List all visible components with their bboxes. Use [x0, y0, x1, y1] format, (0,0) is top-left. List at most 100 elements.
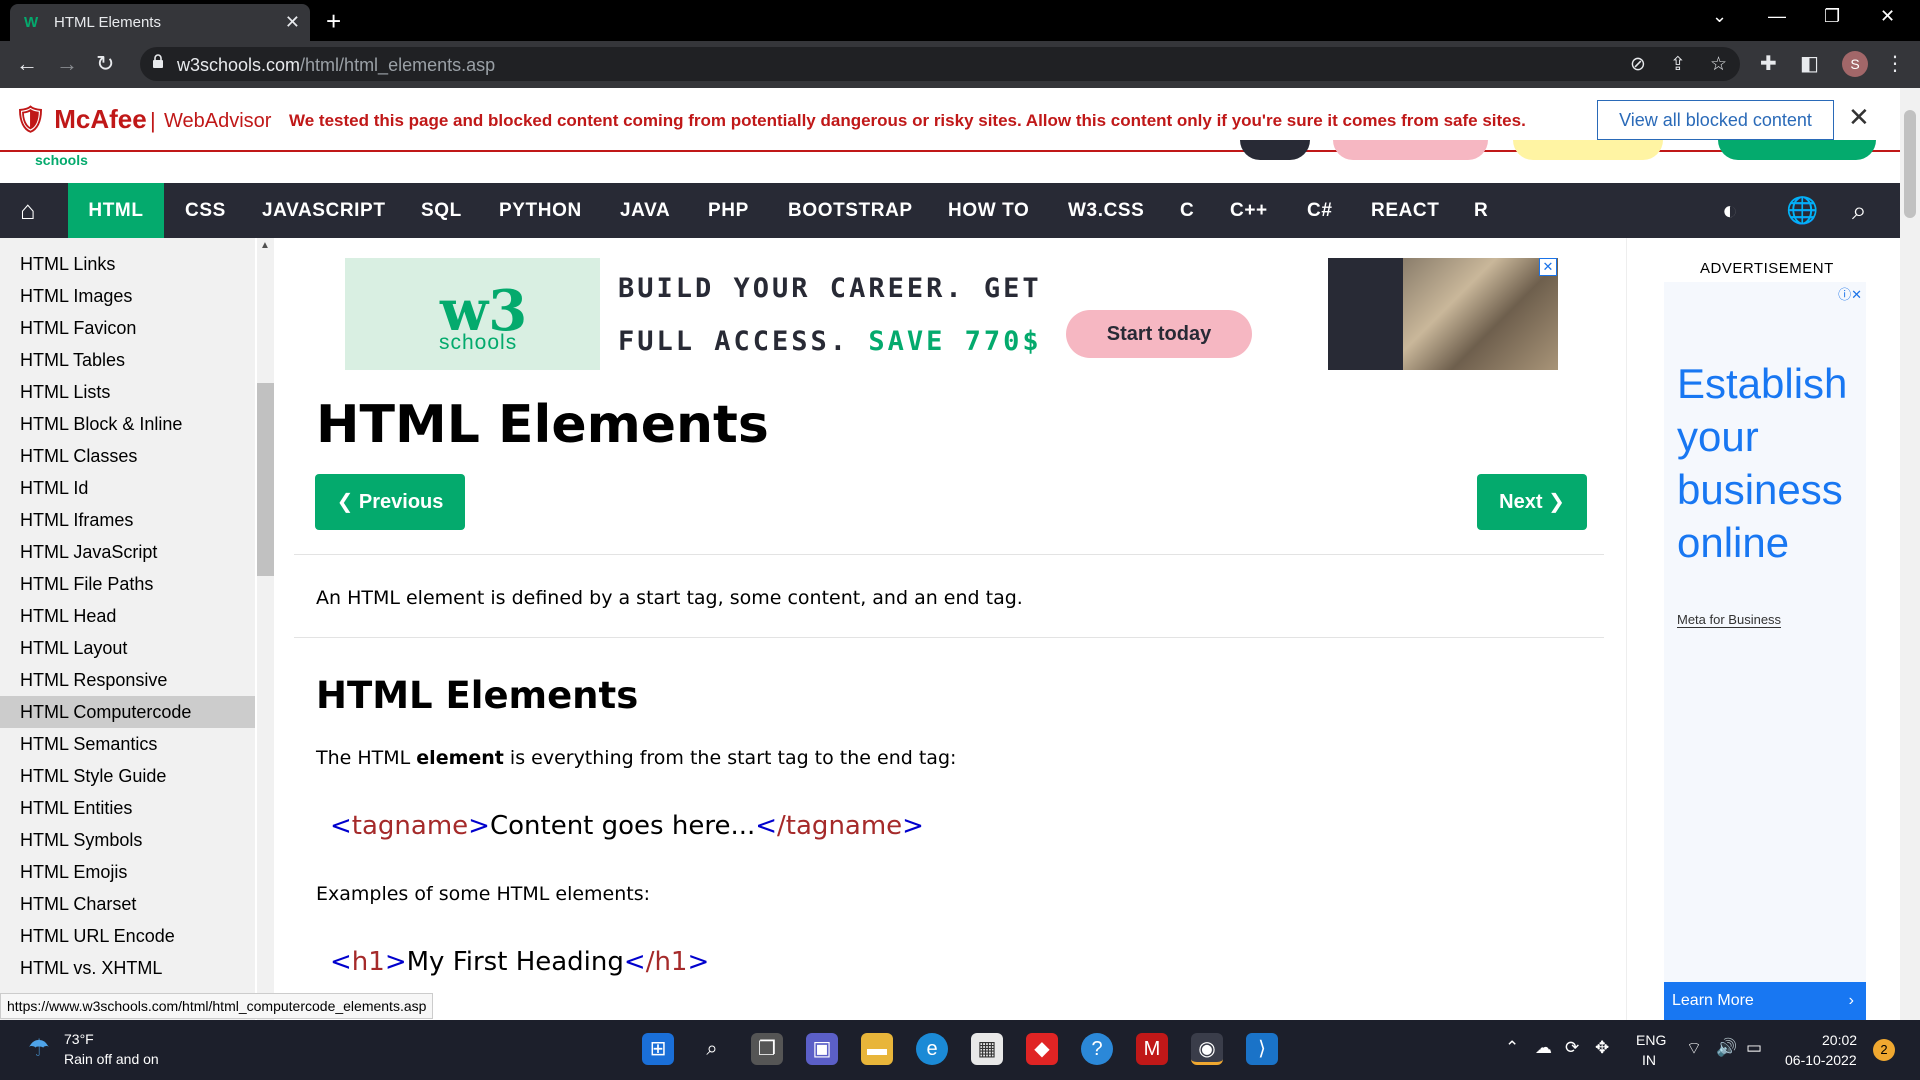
next-button[interactable]: Next ❯ [1477, 474, 1587, 530]
edge-icon[interactable]: e [916, 1033, 948, 1065]
nav-java[interactable]: JAVA [620, 183, 670, 238]
sidebar-link[interactable]: HTML Responsive [0, 664, 255, 696]
ad-banner[interactable]: w3 schools BUILD YOUR CAREER. GET FULL A… [345, 258, 1558, 370]
sidebar-link[interactable]: HTML Block & Inline [0, 408, 255, 440]
dark-mode-icon[interactable]: ◐ [1722, 195, 1738, 226]
header-pill-yellow[interactable] [1513, 140, 1663, 160]
onedrive-icon[interactable]: ☁ [1535, 1038, 1552, 1058]
bookmark-star-icon[interactable]: ☆ [1710, 53, 1727, 76]
sidebar-link[interactable]: HTML Layout [0, 632, 255, 664]
tracking-blocked-icon[interactable]: ⊘ [1630, 53, 1646, 76]
weather-description[interactable]: Rain off and on [64, 1051, 159, 1067]
header-pill-dark[interactable] [1240, 140, 1310, 160]
file-explorer-icon[interactable]: ▬ [861, 1033, 893, 1065]
page-scrollbar[interactable] [1900, 88, 1920, 1020]
nav-r[interactable]: R [1474, 183, 1488, 238]
nav-javascript[interactable]: JAVASCRIPT [262, 183, 386, 238]
ad-close-icon[interactable]: ✕ [1539, 258, 1557, 276]
nav-react[interactable]: REACT [1371, 183, 1439, 238]
new-tab-button[interactable]: + [326, 6, 341, 37]
sidebar-link[interactable]: HTML URL Encode [0, 920, 255, 952]
home-icon[interactable]: ⌂ [20, 195, 36, 226]
sidebar-link[interactable]: HTML Emojis [0, 856, 255, 888]
start-icon[interactable]: ⊞ [642, 1033, 674, 1065]
share-icon[interactable]: ⇪ [1670, 53, 1686, 76]
adchoices-icon[interactable]: ⓘ✕ [1838, 284, 1862, 303]
nav-cpp[interactable]: C++ [1230, 183, 1268, 238]
battery-icon[interactable]: ▭ [1746, 1038, 1762, 1058]
nav-html[interactable]: HTML [68, 183, 164, 238]
clock-time[interactable]: 20:02 [1822, 1032, 1857, 1048]
nav-css[interactable]: CSS [185, 183, 226, 238]
sidebar-link[interactable]: HTML Tables [0, 344, 255, 376]
sidebar-scroll-thumb[interactable] [257, 383, 274, 576]
sidebar-link[interactable]: HTML Semantics [0, 728, 255, 760]
nav-python[interactable]: PYTHON [499, 183, 582, 238]
notification-badge[interactable]: 2 [1873, 1039, 1895, 1061]
nav-how-to[interactable]: HOW TO [948, 183, 1029, 238]
sidebar-link[interactable]: HTML Images [0, 280, 255, 312]
meta-ad[interactable]: ⓘ✕ Establish your business online Meta f… [1664, 282, 1866, 1020]
ad-start-today-button[interactable]: Start today [1066, 310, 1252, 358]
sync-icon[interactable]: ⟳ [1565, 1038, 1579, 1058]
sidebar-link[interactable]: HTML Entities [0, 792, 255, 824]
anydesk-icon[interactable]: ◆ [1026, 1033, 1058, 1065]
back-icon[interactable]: ← [16, 51, 38, 77]
clock-date[interactable]: 06-10-2022 [1785, 1052, 1857, 1068]
tab-close-icon[interactable]: ✕ [285, 12, 300, 33]
teams-chat-icon[interactable]: ▣ [806, 1033, 838, 1065]
w3schools-logo[interactable]: schools [35, 152, 88, 168]
dropbox-icon[interactable]: ✥ [1595, 1038, 1609, 1058]
tray-overflow-icon[interactable]: ⌃ [1505, 1038, 1519, 1058]
nav-php[interactable]: PHP [708, 183, 749, 238]
sidebar-link[interactable]: HTML Classes [0, 440, 255, 472]
side-panel-icon[interactable]: ◧ [1800, 51, 1819, 76]
scroll-up-icon[interactable]: ▲ [260, 240, 270, 251]
weather-temperature[interactable]: 73°F [64, 1031, 94, 1047]
mcafee-close-icon[interactable]: ✕ [1848, 102, 1870, 133]
sidebar-link[interactable]: HTML Symbols [0, 824, 255, 856]
sidebar-scrollbar[interactable]: ▲ [257, 238, 274, 1020]
sidebar-link[interactable]: HTML vs. XHTML [0, 952, 255, 984]
sidebar-link[interactable]: HTML Computercode [0, 696, 255, 728]
nav-sql[interactable]: SQL [421, 183, 462, 238]
task-view-icon[interactable]: ❐ [751, 1033, 783, 1065]
weather-umbrella-icon[interactable]: ☂ [28, 1034, 50, 1063]
sidebar-link[interactable]: HTML Id [0, 472, 255, 504]
nav-w3css[interactable]: W3.CSS [1068, 183, 1144, 238]
mcafee-taskbar-icon[interactable]: M [1136, 1033, 1168, 1065]
view-blocked-content-button[interactable]: View all blocked content [1597, 100, 1834, 140]
language-region[interactable]: IN [1642, 1052, 1656, 1068]
sidebar-link[interactable]: HTML Charset [0, 888, 255, 920]
page-scroll-thumb[interactable] [1904, 110, 1916, 218]
header-pill-green[interactable] [1718, 140, 1876, 160]
sidebar-link[interactable]: HTML Links [0, 248, 255, 280]
profile-avatar[interactable]: S [1842, 51, 1868, 77]
extensions-icon[interactable]: ✚ [1760, 51, 1777, 76]
ad-brand-link[interactable]: Meta for Business [1677, 612, 1782, 628]
taskbar-search-icon[interactable]: ⌕ [696, 1033, 728, 1065]
nav-csharp[interactable]: C# [1307, 183, 1333, 238]
menu-kebab-icon[interactable]: ⋮ [1885, 51, 1905, 76]
previous-button[interactable]: ❮ Previous [315, 474, 465, 530]
wifi-icon[interactable]: ⌔ [1686, 1038, 1702, 1059]
browser-tab[interactable]: W HTML Elements ✕ [10, 4, 310, 41]
reload-icon[interactable]: ↻ [96, 51, 114, 77]
help-icon[interactable]: ? [1081, 1033, 1113, 1065]
nav-bootstrap[interactable]: BOOTSTRAP [788, 183, 913, 238]
sidebar-link[interactable]: HTML File Paths [0, 568, 255, 600]
learn-more-button[interactable]: Learn More › [1664, 982, 1866, 1020]
sidebar-link[interactable]: HTML Favicon [0, 312, 255, 344]
window-close-icon[interactable]: ✕ [1880, 6, 1895, 27]
forward-icon[interactable]: → [56, 51, 78, 77]
sidebar-link[interactable]: HTML Lists [0, 376, 255, 408]
volume-icon[interactable]: 🔊 [1716, 1038, 1737, 1058]
globe-icon[interactable]: 🌐 [1786, 195, 1818, 226]
tab-search-icon[interactable]: ⌄ [1712, 6, 1727, 27]
minimize-icon[interactable]: — [1768, 6, 1786, 27]
address-bar[interactable]: w3schools.com/html/html_elements.asp ⊘ ⇪… [140, 47, 1740, 81]
chrome-icon[interactable]: ◉ [1191, 1033, 1223, 1065]
language-indicator[interactable]: ENG [1636, 1032, 1666, 1048]
vscode-icon[interactable]: ⟩ [1246, 1033, 1278, 1065]
sidebar-link[interactable]: HTML Iframes [0, 504, 255, 536]
